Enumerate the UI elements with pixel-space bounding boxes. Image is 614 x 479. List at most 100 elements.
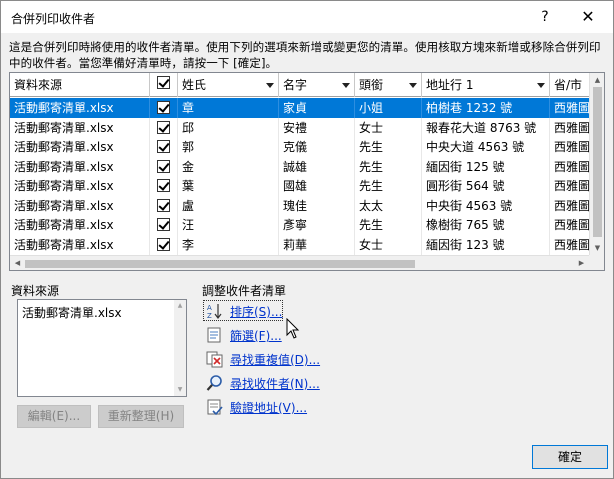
data-source-item[interactable]: 活動郵寄清單.xlsx: [22, 304, 122, 321]
data-source-list[interactable]: 活動郵寄清單.xlsx ▲ ▼: [17, 299, 187, 397]
cell-address: 柏樹巷 1232 號: [422, 98, 550, 118]
col-header-address[interactable]: 地址行 1: [422, 73, 550, 97]
col-label: 名字: [283, 78, 308, 92]
recipients-grid[interactable]: 資料來源 姓氏 名字 頭銜 地址行 1 省/市 活動郵寄清單.xlsx 章家貞 小姐…: [9, 72, 605, 271]
cell-title: 太太: [355, 195, 422, 216]
edit-button[interactable]: 編輯(E)...: [17, 405, 91, 428]
col-header-data-source[interactable]: 資料來源: [10, 73, 150, 97]
col-label: 地址行 1: [426, 78, 474, 92]
vertical-scrollbar[interactable]: ▲ ▼: [589, 73, 604, 255]
svg-text:Z: Z: [207, 312, 212, 320]
cell-title: 先生: [355, 215, 422, 235]
svg-text:A: A: [207, 304, 212, 312]
cell-title: 先生: [355, 176, 422, 196]
row-checkbox-cell: [150, 156, 178, 177]
col-label: 省/市: [554, 78, 583, 92]
mouse-cursor-icon: [286, 318, 300, 339]
col-label: 姓氏: [182, 78, 207, 92]
cell-address: 橡樹街 765 號: [422, 215, 550, 235]
cell-source: 活動郵寄清單.xlsx: [10, 137, 150, 157]
table-row[interactable]: 活動郵寄清單.xlsx 汪彥寧 先生 橡樹街 765 號西雅圖: [10, 215, 604, 235]
horizontal-scroll-thumb[interactable]: [25, 260, 415, 268]
cell-first: 國雄: [279, 176, 355, 196]
help-button[interactable]: ?: [533, 4, 557, 30]
cell-last: 李: [178, 234, 279, 255]
include-checkbox[interactable]: [157, 159, 170, 173]
include-checkbox[interactable]: [157, 198, 170, 212]
chevron-down-icon[interactable]: [342, 83, 350, 88]
table-row[interactable]: 活動郵寄清單.xlsx 章家貞 小姐 柏樹巷 1232 號西雅圖: [10, 98, 604, 118]
chevron-down-icon[interactable]: [537, 83, 545, 88]
scroll-left-icon[interactable]: ◀: [10, 256, 25, 270]
validate-address-link[interactable]: 驗證地址(V)...: [230, 399, 307, 416]
cell-first: 莉華: [279, 234, 355, 255]
description-text: 這是合併列印時將使用的收件者清單。使用下列的選項來新增或變更您的清單。使用核取方…: [9, 40, 601, 70]
cell-first: 瑰佳: [279, 195, 355, 216]
include-checkbox[interactable]: [157, 101, 170, 114]
include-checkbox[interactable]: [157, 140, 170, 153]
scroll-corner: [589, 255, 604, 270]
find-recipient-link[interactable]: 尋找收件者(N)...: [230, 375, 320, 392]
data-source-scrollbar[interactable]: ▲ ▼: [174, 300, 186, 396]
vertical-scroll-thumb[interactable]: [593, 87, 602, 237]
include-checkbox[interactable]: [157, 179, 170, 192]
scroll-right-icon[interactable]: ▶: [574, 256, 589, 270]
cell-first: 誠雄: [279, 156, 355, 177]
cell-address: 緬因街 125 號: [422, 156, 550, 177]
cell-first: 家貞: [279, 98, 355, 118]
refresh-button[interactable]: 重新整理(H): [98, 405, 184, 428]
table-row[interactable]: 活動郵寄清單.xlsx 金誠雄 先生 緬因街 125 號西雅圖: [10, 156, 604, 177]
cell-source: 活動郵寄清單.xlsx: [10, 195, 150, 216]
validate-address-icon: [207, 399, 223, 416]
cell-last: 盧: [178, 195, 279, 216]
cell-title: 女士: [355, 234, 422, 255]
col-header-title[interactable]: 頭銜: [355, 73, 422, 97]
select-all-checkbox[interactable]: [157, 76, 170, 89]
find-duplicates-icon: [206, 351, 223, 368]
row-checkbox-cell: [150, 98, 178, 118]
title-bar: 合併列印收件者 ? ✕: [1, 1, 613, 33]
close-button[interactable]: ✕: [573, 4, 603, 30]
mail-merge-recipients-dialog: 合併列印收件者 ? ✕ 這是合併列印時將使用的收件者清單。使用下列的選項來新增或…: [0, 0, 614, 479]
table-row[interactable]: 活動郵寄清單.xlsx 郭克儀 先生 中央大道 4563 號西雅圖: [10, 137, 604, 157]
cell-address: 圓形街 564 號: [422, 176, 550, 196]
table-row[interactable]: 活動郵寄清單.xlsx 盧瑰佳 太太 中央街 4563 號西雅圖: [10, 195, 604, 216]
horizontal-scrollbar[interactable]: ◀ ▶: [10, 255, 589, 270]
find-duplicates-link[interactable]: 尋找重複值(D)...: [230, 351, 320, 368]
dialog-title: 合併列印收件者: [11, 12, 96, 26]
row-checkbox-cell: [150, 176, 178, 196]
table-row[interactable]: 活動郵寄清單.xlsx 葉國雄 先生 圓形街 564 號西雅圖: [10, 176, 604, 196]
row-checkbox-cell: [150, 137, 178, 157]
sort-link[interactable]: 排序(S)...: [230, 303, 282, 320]
cell-address: 中央街 4563 號: [422, 195, 550, 216]
cell-last: 郭: [178, 137, 279, 157]
chevron-down-icon[interactable]: [409, 83, 417, 88]
cell-first: 安禮: [279, 117, 355, 138]
include-checkbox[interactable]: [157, 218, 170, 231]
col-header-checkbox[interactable]: [150, 73, 178, 97]
col-label: 資料來源: [14, 78, 63, 92]
cell-title: 先生: [355, 137, 422, 157]
filter-icon: [207, 327, 221, 343]
cell-source: 活動郵寄清單.xlsx: [10, 156, 150, 177]
row-checkbox-cell: [150, 117, 178, 138]
cell-title: 先生: [355, 156, 422, 177]
include-checkbox[interactable]: [157, 237, 170, 251]
col-header-first-name[interactable]: 名字: [279, 73, 355, 97]
col-header-last-name[interactable]: 姓氏: [178, 73, 279, 97]
include-checkbox[interactable]: [157, 120, 170, 134]
table-row[interactable]: 活動郵寄清單.xlsx 邱安禮 女士 報春花大道 8763 號西雅圖: [10, 117, 604, 138]
filter-link[interactable]: 篩選(F)...: [230, 327, 282, 344]
chevron-down-icon[interactable]: [266, 83, 274, 88]
magnifier-icon: [206, 375, 222, 391]
cell-title: 小姐: [355, 98, 422, 118]
col-label: 頭銜: [359, 78, 384, 92]
ok-button[interactable]: 確定: [532, 445, 608, 469]
scroll-up-icon[interactable]: ▲: [590, 73, 604, 87]
table-row[interactable]: 活動郵寄清單.xlsx 李莉華 女士 緬因街 123 號西雅圖: [10, 234, 604, 255]
scroll-up-icon[interactable]: ▲: [174, 300, 186, 312]
row-checkbox-cell: [150, 215, 178, 235]
grid-header: 資料來源 姓氏 名字 頭銜 地址行 1 省/市: [10, 73, 604, 97]
scroll-down-icon[interactable]: ▼: [590, 241, 604, 255]
scroll-down-icon[interactable]: ▼: [174, 384, 186, 396]
